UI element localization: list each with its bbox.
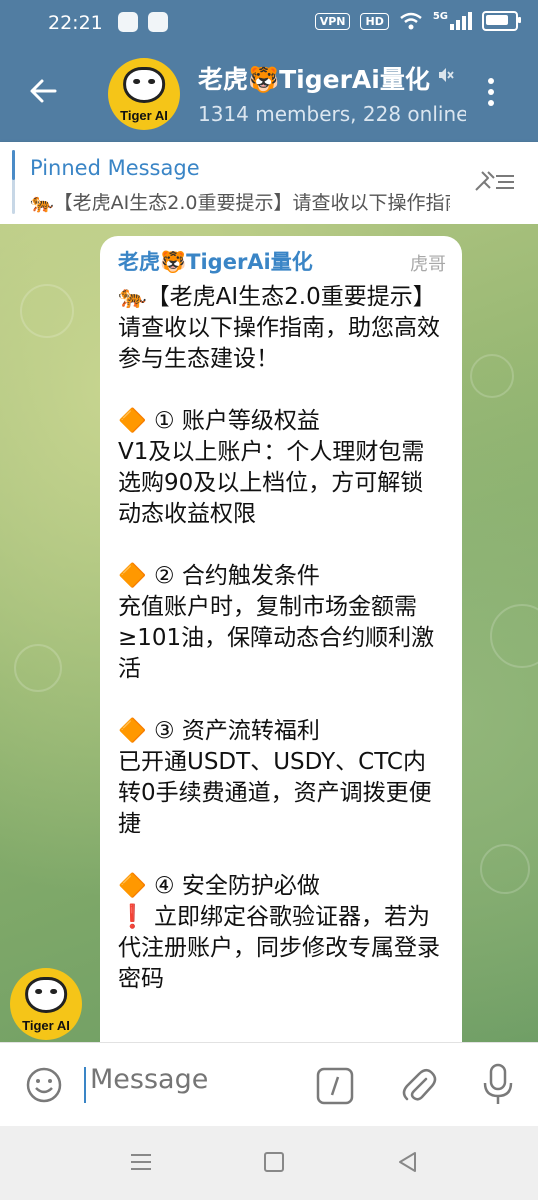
notification-icons: [118, 12, 168, 32]
status-right: VPN HD 5G: [314, 10, 521, 31]
message-input-bar: [0, 1042, 538, 1127]
message-text: 🐅【老虎AI生态2.0重要提示】请查收以下操作指南，助您高效参与生态建设！ 🔶 …: [118, 284, 440, 992]
message-bubble[interactable]: 老虎🐯TigerAi量化 虎哥 🐅【老虎AI生态2.0重要提示】请查收以下操作指…: [100, 236, 462, 1042]
hd-badge: HD: [360, 12, 389, 30]
vpn-badge: VPN: [314, 12, 351, 30]
app-notification-icon: [148, 12, 168, 32]
avatar-brand-text: Tiger AI: [22, 1017, 70, 1033]
system-nav-bar: [0, 1126, 538, 1200]
sender-role: 虎哥: [410, 254, 446, 275]
chat-subtitle: 1314 members, 228 online: [198, 102, 466, 126]
group-avatar[interactable]: Tiger AI: [108, 58, 180, 130]
text-caret: [84, 1067, 86, 1103]
tiger-face-icon: [123, 66, 165, 103]
pinned-list-icon[interactable]: [474, 170, 516, 194]
pinned-message[interactable]: Pinned Message 🐅【老虎AI生态2.0重要提示】请查收以下操作指南: [0, 142, 538, 224]
pinned-indicator: [12, 150, 15, 214]
bot-command-icon[interactable]: [316, 1067, 354, 1105]
attach-icon[interactable]: [398, 1065, 438, 1105]
home-icon[interactable]: [264, 1152, 284, 1172]
network-type: 5G: [432, 10, 448, 22]
message-sender[interactable]: 老虎🐯TigerAi量化: [118, 246, 444, 276]
chat-header: Tiger AI 老虎🐯TigerAi量化 1314 members, 228 …: [0, 46, 538, 142]
tiger-face-icon: [25, 976, 67, 1013]
battery-icon: [482, 11, 521, 31]
status-time: 22:21: [48, 12, 103, 34]
back-arrow-icon[interactable]: [28, 76, 58, 112]
pinned-label: Pinned Message: [30, 156, 200, 180]
background-doodle: [480, 844, 530, 894]
background-doodle: [14, 644, 62, 692]
recent-apps-icon[interactable]: [130, 1152, 152, 1172]
microphone-icon[interactable]: [482, 1063, 514, 1107]
background-doodle: [470, 354, 514, 398]
sender-avatar[interactable]: Tiger AI: [10, 968, 82, 1040]
message-input[interactable]: [88, 1063, 292, 1096]
emoji-icon[interactable]: [26, 1067, 62, 1103]
signal-icon: [450, 12, 472, 30]
muted-icon: [436, 66, 454, 89]
status-bar: 22:21 VPN HD 5G: [0, 0, 538, 46]
pinned-text: 🐅【老虎AI生态2.0重要提示】请查收以下操作指南: [30, 192, 450, 214]
avatar-brand-text: Tiger AI: [120, 107, 168, 123]
background-doodle: [490, 604, 538, 668]
chat-title[interactable]: 老虎🐯TigerAi量化: [198, 60, 466, 96]
background-doodle: [20, 284, 74, 338]
chat-area[interactable]: 老虎🐯TigerAi量化 虎哥 🐅【老虎AI生态2.0重要提示】请查收以下操作指…: [0, 224, 538, 1042]
wifi-icon: [400, 12, 422, 30]
nav-back-icon[interactable]: [396, 1150, 418, 1174]
app-notification-icon: [118, 12, 138, 32]
more-options-icon[interactable]: [488, 78, 494, 106]
